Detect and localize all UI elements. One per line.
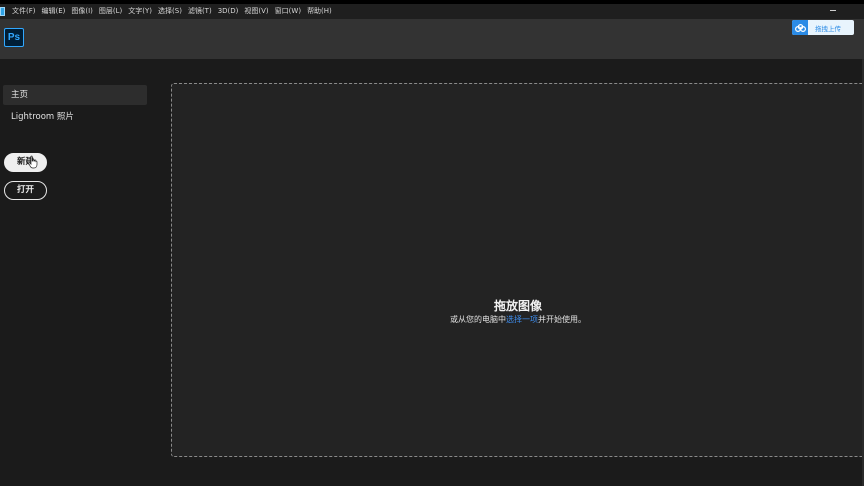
ps-logo[interactable]: Ps xyxy=(4,28,24,47)
sidebar-item-lightroom[interactable]: Lightroom 照片 xyxy=(3,107,147,127)
app-icon xyxy=(0,7,5,16)
menu-type[interactable]: 文字(Y) xyxy=(125,4,155,19)
hand-cursor-icon xyxy=(28,155,38,169)
new-button[interactable]: 新建 xyxy=(4,153,47,172)
menu-bar: 文件(F) 编辑(E) 图像(I) 图层(L) 文字(Y) 选择(S) 滤镜(T… xyxy=(0,4,864,19)
drop-subtitle-before: 或从您的电脑中 xyxy=(450,315,506,324)
menu-view[interactable]: 视图(V) xyxy=(241,4,271,19)
drag-upload-button[interactable]: 拖拽上传 xyxy=(792,20,854,35)
menu-window[interactable]: 窗口(W) xyxy=(272,4,304,19)
menu-select[interactable]: 选择(S) xyxy=(155,4,185,19)
menu-layer[interactable]: 图层(L) xyxy=(96,4,125,19)
open-button[interactable]: 打开 xyxy=(4,181,47,200)
drop-title: 拖放图像 xyxy=(493,299,542,313)
cloud-icon xyxy=(792,20,808,35)
drop-subtitle-after: 并开始使用。 xyxy=(538,315,586,324)
drop-zone[interactable]: 拖放图像 或从您的电脑中选择一项并开始使用。 xyxy=(171,83,864,457)
select-file-link[interactable]: 选择一项 xyxy=(506,315,538,324)
menu-file[interactable]: 文件(F) xyxy=(9,4,39,19)
menu-3d[interactable]: 3D(D) xyxy=(215,4,242,19)
sidebar-item-home[interactable]: 主页 xyxy=(3,85,147,105)
drop-subtitle: 或从您的电脑中选择一项并开始使用。 xyxy=(172,314,864,325)
menu-help[interactable]: 帮助(H) xyxy=(304,4,335,19)
upload-label: 拖拽上传 xyxy=(815,24,841,33)
menu-image[interactable]: 图像(I) xyxy=(68,4,96,19)
sidebar: 主页 Lightroom 照片 新建 打开 xyxy=(0,59,160,486)
photoshop-home-window: 文件(F) 编辑(E) 图像(I) 图层(L) 文字(Y) 选择(S) 滤镜(T… xyxy=(0,0,864,486)
menu-edit[interactable]: 编辑(E) xyxy=(39,4,69,19)
menu-filter[interactable]: 滤镜(T) xyxy=(185,4,215,19)
app-header: Ps 拖拽上传 xyxy=(0,19,864,59)
minimize-icon[interactable] xyxy=(830,10,836,11)
